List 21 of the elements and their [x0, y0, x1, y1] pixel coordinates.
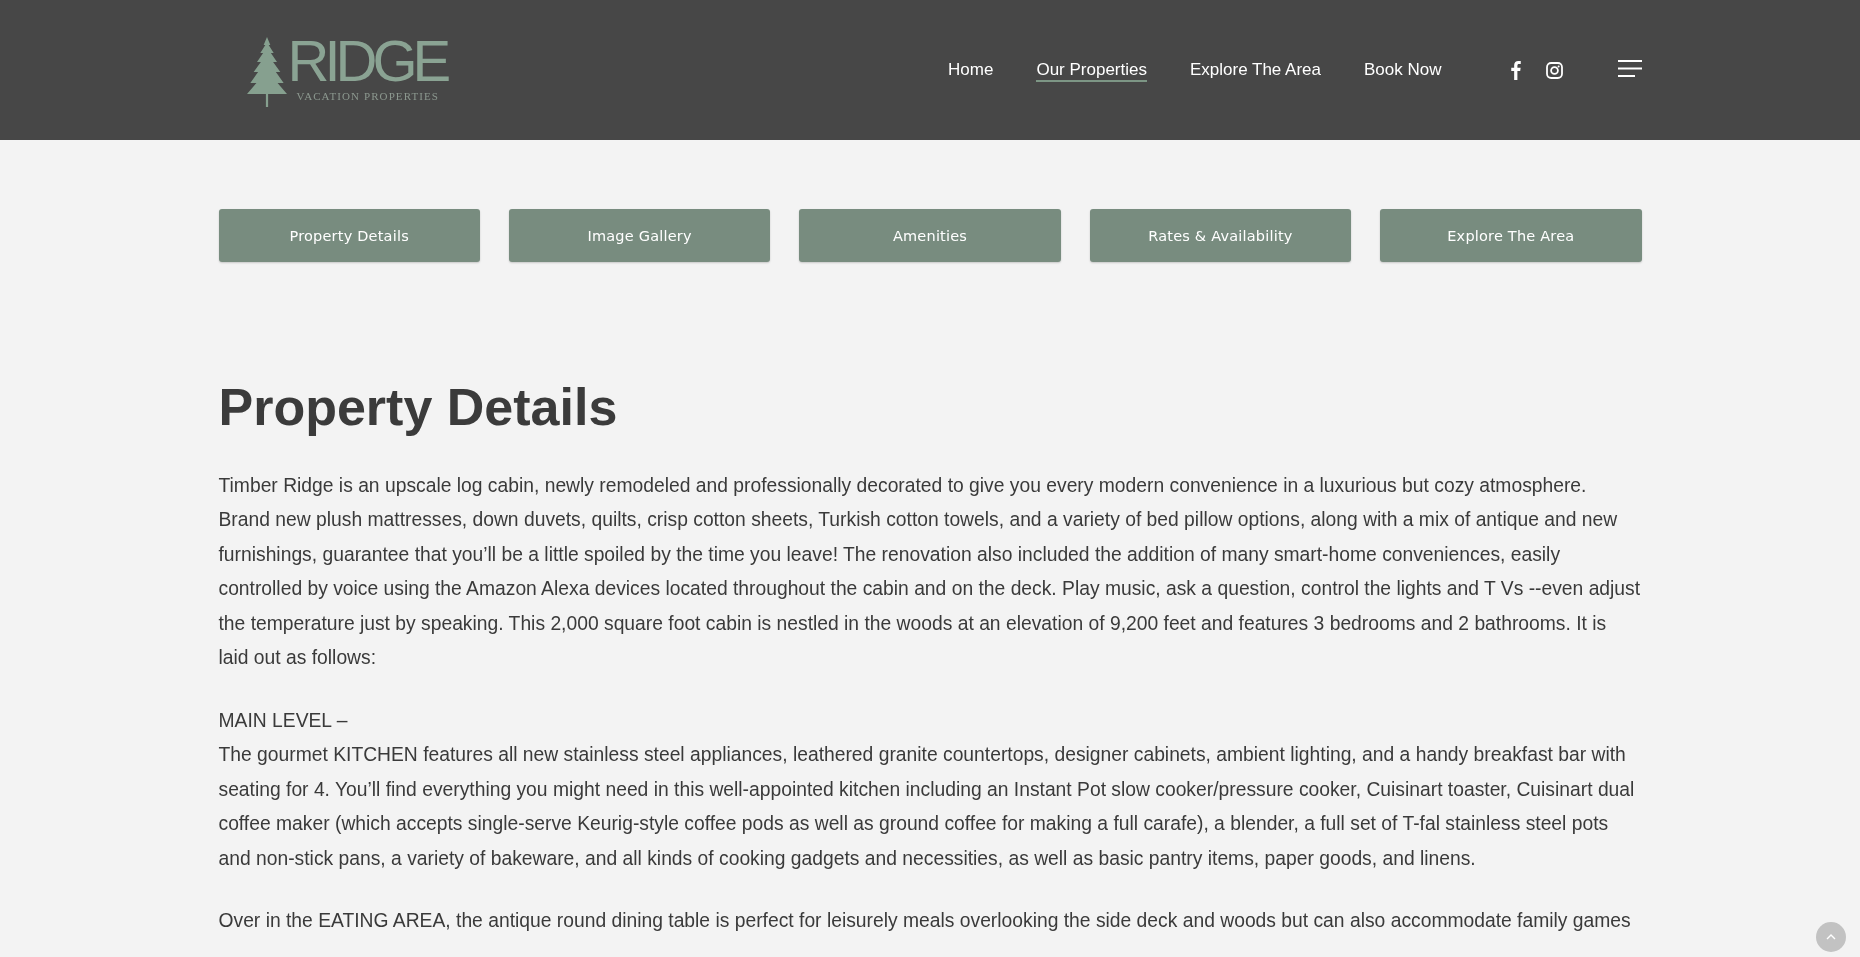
nav-link[interactable]: Explore The Area — [1189, 60, 1321, 82]
chevron-up-icon — [1826, 934, 1836, 940]
section-tab[interactable]: Rates & Availability — [1089, 209, 1352, 262]
menu-icon[interactable] — [1617, 60, 1642, 77]
body-paragraph: Timber Ridge is an upscale log cabin, newly remodeled and professionally decorated to give you every modern convenience in a luxurious but cozy atmosphere. Brand new plush mattresses, down duvets, quilts, crisp cotton sheets, Turkish cotton towels, and a variety of bed pillow options, along with a mix of antique and new furnishings, guarantee that you’ll be a little spoiled by the time you leave! The renovation also included the addition of many smart-home conveniences, easily controlled by voice using the Amazon Alexa devices located throughout the cabin and on the deck. Play music, ask a question, control the lights and T Vs --even adjust the temperature just by speaking. This 2,000 square foot cabin is nestled in the woods at an elevation of 9,200 feet and features 3 bedrooms and 2 bathrooms. It is laid out as follows: — [218, 474, 1642, 671]
facebook-icon[interactable] — [1510, 60, 1521, 80]
pine-tree-icon — [246, 37, 287, 107]
section-tab[interactable]: Amenities — [799, 209, 1061, 262]
logo-tagline: VACATION PROPERTIES — [296, 90, 440, 103]
body-paragraph: Over in the EATING AREA, the antique round dining table is perfect for leisurely meals overlooking the side deck and woods but can also accommodate family games — [218, 909, 1632, 934]
section-tab[interactable]: Explore The Area — [1380, 209, 1642, 262]
body-paragraph: The gourmet KITCHEN features all new stainless steel appliances, leathered granite countertops, designer cabinets, ambient lighting, and a handy breakfast bar with seating for 4. You’ll find everything you might need in this well-appointed kitchen including an Instant Pot slow cooker/pressure cooker, Cuisinart toaster, Cuisinart dual coffee maker (which accepts single-serve Keurig-style coffee pods as well as ground coffee for making a full carafe), a blender, a full set of T-fal stainless steel pots and non-stick pans, a variety of bakeware, and all kinds of cooking gadgets and necessities, as well as basic pantry items, paper goods, and linens. — [218, 743, 1636, 871]
nav-link[interactable]: Home — [948, 60, 994, 82]
section-tab[interactable]: Property Details — [218, 209, 480, 262]
instagram-icon[interactable] — [1545, 61, 1563, 79]
page-heading: Property Details — [218, 377, 619, 438]
section-tab[interactable]: Image Gallery — [508, 209, 771, 262]
nav-link[interactable]: Our Properties — [1036, 60, 1147, 82]
section-heading: MAIN LEVEL – — [218, 708, 349, 733]
nav-link[interactable]: Book Now — [1364, 60, 1442, 82]
logo-wordmark: RIDGE — [287, 37, 447, 85]
